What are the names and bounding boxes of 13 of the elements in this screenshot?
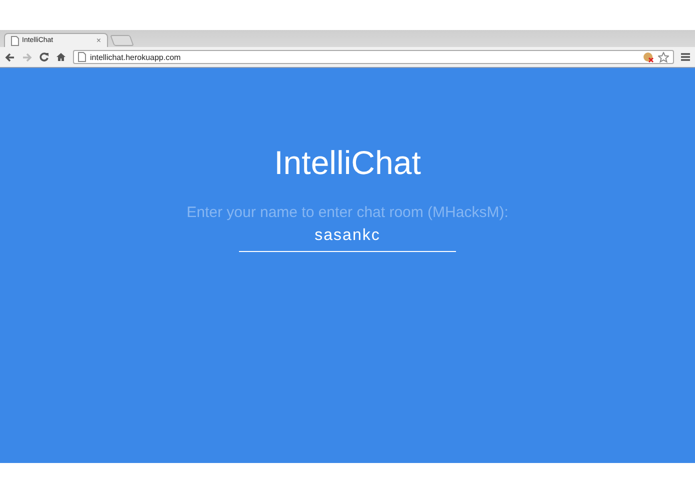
star-icon[interactable] (658, 52, 669, 62)
page-icon (78, 52, 86, 62)
app-title: IntelliChat (274, 144, 421, 182)
back-icon[interactable] (5, 52, 15, 62)
menu-icon[interactable] (681, 53, 690, 61)
address-bar[interactable]: intellichat.herokuapp.com (73, 50, 674, 64)
home-icon[interactable] (56, 52, 66, 62)
page-icon (11, 36, 19, 46)
cookie-blocked-icon[interactable] (643, 52, 654, 62)
close-button[interactable]: × (96, 36, 101, 45)
name-prompt: Enter your name to enter chat room (MHacksM): (186, 204, 508, 221)
reload-icon[interactable] (39, 52, 49, 62)
name-input-field[interactable]: sasankc (239, 223, 456, 252)
